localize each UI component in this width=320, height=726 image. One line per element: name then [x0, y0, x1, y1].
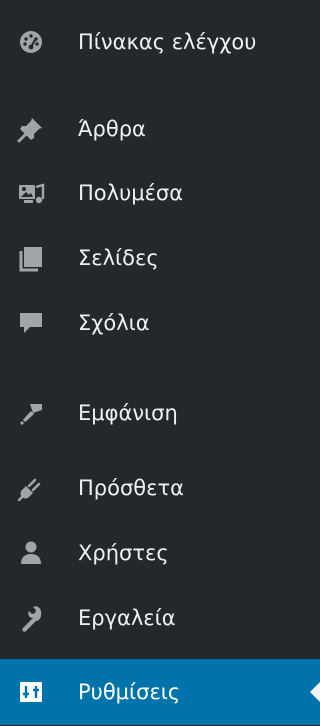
menu-item-label: Πρόσθετα — [78, 475, 184, 500]
menu-item-posts[interactable]: Άρθρα — [0, 96, 320, 162]
menu-item-comments[interactable]: Σχόλια — [0, 290, 320, 356]
pages-icon — [16, 243, 46, 273]
admin-sidebar-menu: Πίνακας ελέγχου Άρθρα Πολυμέσα Σελίδες Σ… — [0, 0, 320, 726]
tools-icon — [16, 603, 46, 633]
active-menu-indicator — [310, 682, 320, 702]
plugins-icon — [16, 473, 46, 503]
appearance-icon — [16, 398, 46, 428]
menu-item-label: Σελίδες — [78, 245, 159, 270]
menu-item-label: Ρυθμίσεις — [78, 679, 181, 704]
menu-item-tools[interactable]: Εργαλεία — [0, 585, 320, 651]
menu-item-label: Χρήστες — [78, 540, 169, 565]
users-icon — [16, 538, 46, 568]
menu-item-settings[interactable]: Ρυθμίσεις — [0, 659, 320, 725]
menu-item-label: Εμφάνιση — [78, 400, 178, 425]
menu-item-users[interactable]: Χρήστες — [0, 520, 320, 586]
menu-item-plugins[interactable]: Πρόσθετα — [0, 455, 320, 521]
menu-item-label: Άρθρα — [78, 116, 146, 141]
menu-item-label: Σχόλια — [78, 310, 150, 335]
dashboard-icon — [16, 27, 46, 57]
pin-icon — [16, 114, 46, 144]
menu-item-appearance[interactable]: Εμφάνιση — [0, 380, 320, 446]
menu-item-dashboard[interactable]: Πίνακας ελέγχου — [0, 9, 320, 75]
menu-item-media[interactable]: Πολυμέσα — [0, 160, 320, 226]
media-icon — [16, 178, 46, 208]
comments-icon — [16, 308, 46, 338]
menu-item-label: Πολυμέσα — [78, 180, 184, 205]
menu-item-pages[interactable]: Σελίδες — [0, 225, 320, 291]
menu-item-label: Πίνακας ελέγχου — [78, 29, 257, 54]
menu-item-label: Εργαλεία — [78, 605, 176, 630]
settings-icon — [16, 677, 46, 707]
